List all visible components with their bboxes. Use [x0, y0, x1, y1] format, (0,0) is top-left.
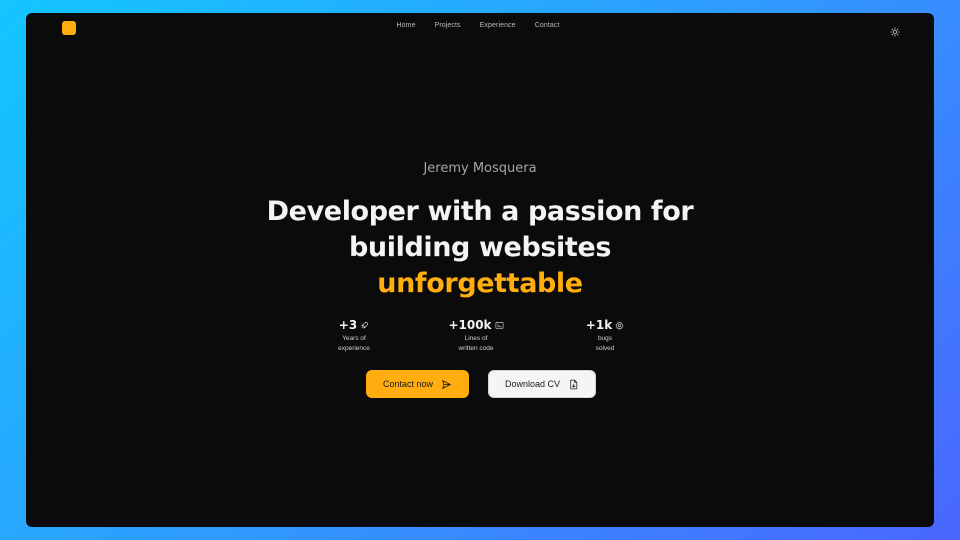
app-window: Home Projects Experience Contact Jeremy …: [26, 13, 934, 527]
nav-home[interactable]: Home: [396, 22, 415, 29]
nav-contact[interactable]: Contact: [535, 22, 560, 29]
stat-years: +3 Years of experience: [309, 318, 399, 354]
top-nav: Home Projects Experience Contact: [26, 22, 934, 29]
sun-icon: [890, 27, 900, 37]
hero-headline: Developer with a passion for building we…: [26, 194, 934, 302]
nav-experience[interactable]: Experience: [480, 22, 516, 29]
headline-accent: unforgettable: [377, 268, 583, 299]
stat-label: Lines of: [464, 335, 488, 342]
contact-now-button[interactable]: Contact now: [366, 370, 469, 398]
stat-value: +3: [338, 318, 358, 332]
headline-line-1: Developer with a passion for: [266, 196, 694, 227]
file-download-icon: [570, 379, 578, 389]
terminal-icon: [495, 321, 503, 329]
download-cv-button[interactable]: Download CV: [488, 370, 596, 398]
stat-label: solved: [595, 345, 615, 352]
download-cv-label: Download CV: [504, 379, 561, 389]
gear-icon: [615, 321, 624, 330]
stat-bugs: +1k bugs solved: [560, 318, 650, 354]
nav-projects[interactable]: Projects: [435, 22, 461, 29]
rocket-icon: [361, 321, 369, 329]
stat-value: +1k: [585, 318, 613, 332]
contact-now-label: Contact now: [382, 379, 434, 389]
hero-section: Jeremy Mosquera Developer with a passion…: [26, 161, 934, 302]
theme-toggle-button[interactable]: [890, 22, 900, 37]
stat-label: written code: [458, 345, 494, 352]
stat-label: bugs: [597, 335, 613, 342]
stat-value: +100k: [448, 318, 492, 332]
author-name: Jeremy Mosquera: [423, 161, 537, 176]
headline-line-2: building websites: [349, 232, 611, 263]
stat-label: experience: [338, 345, 370, 352]
stat-lines: +100k Lines of written code: [431, 318, 521, 354]
stat-label: Years of: [342, 335, 366, 342]
send-icon: [442, 379, 451, 389]
